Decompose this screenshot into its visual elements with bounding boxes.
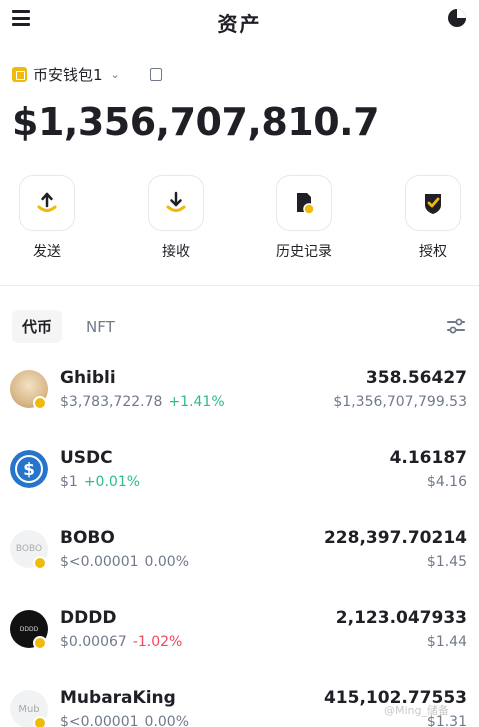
token-price: $<0.00001 — [60, 554, 139, 570]
token-amount: 228,397.70214 — [323, 528, 467, 548]
history-label: 历史记录 — [276, 244, 332, 260]
token-change: 0.00% — [144, 714, 190, 727]
chevron-down-icon: ⌄ — [110, 68, 120, 81]
token-price: $1 — [60, 474, 78, 490]
history-button[interactable]: 历史记录 — [264, 175, 344, 261]
send-button[interactable]: 发送 — [7, 175, 87, 261]
pie-chart-icon[interactable] — [447, 8, 467, 28]
token-price: $<0.00001 — [60, 714, 139, 727]
approval-label: 授权 — [419, 244, 447, 260]
approval-button[interactable]: 授权 — [393, 175, 473, 261]
token-value: $4.16 — [426, 474, 467, 490]
token-symbol: BOBO — [60, 528, 115, 548]
usdc-logo-icon: $ — [10, 450, 48, 488]
total-balance: $1,356,707,810.7 — [12, 100, 380, 144]
copy-icon[interactable] — [149, 68, 162, 81]
receive-button[interactable]: 接收 — [136, 175, 216, 261]
page-title: 资产 — [217, 12, 262, 36]
token-amount: 358.56427 — [365, 368, 467, 388]
token-change: -1.02% — [132, 634, 183, 650]
tab-tokens[interactable]: 代币 — [12, 310, 63, 343]
token-row-dddd[interactable]: DDDD DDDD $0.00067 -1.02% 2,123.047933 $1… — [0, 602, 479, 682]
action-bar: 发送 接收 历史记录 授权 — [0, 175, 479, 265]
token-symbol: MubaraKing — [60, 688, 176, 708]
token-symbol: Ghibli — [60, 368, 116, 388]
wallet-selector[interactable]: 币安钱包1 ⌄ — [12, 64, 162, 85]
approval-icon — [425, 194, 441, 214]
chain-badge-icon — [33, 396, 47, 410]
token-amount: 4.16187 — [389, 448, 467, 468]
watermark: @Ming_储备 — [383, 704, 449, 717]
token-change: +0.01% — [83, 474, 141, 490]
chain-badge-icon — [33, 716, 47, 727]
token-value: $1.44 — [426, 634, 467, 650]
token-symbol: DDDD — [60, 608, 117, 628]
send-label: 发送 — [33, 244, 61, 260]
asset-tabs: 代币 NFT — [12, 310, 125, 343]
svg-text:$: $ — [23, 460, 35, 480]
token-row-usdc[interactable]: $ USDC $1 +0.01% 4.16187 $4.16 — [0, 442, 479, 522]
history-icon — [297, 193, 315, 215]
send-icon — [37, 192, 57, 212]
chain-badge-icon — [33, 556, 47, 570]
token-value: $1,356,707,799.53 — [333, 394, 467, 410]
token-change: +1.41% — [168, 394, 225, 410]
wallet-icon — [12, 67, 27, 82]
chain-badge-icon — [33, 636, 47, 650]
token-amount: 2,123.047933 — [335, 608, 467, 628]
divider — [0, 285, 479, 286]
token-price: $0.00067 — [60, 634, 127, 650]
token-symbol: USDC — [60, 448, 113, 468]
token-value: $1.45 — [426, 554, 467, 570]
receive-label: 接收 — [162, 244, 190, 260]
wallet-name: 币安钱包1 — [33, 66, 103, 84]
token-row-bobo[interactable]: BOBO BOBO $<0.00001 0.00% 228,397.70214 $… — [0, 522, 479, 602]
filter-icon[interactable] — [447, 318, 465, 334]
tab-nft[interactable]: NFT — [76, 312, 125, 342]
token-row-ghibli[interactable]: Ghibli $3,783,722.78 +1.41% 358.56427 $1,… — [0, 362, 479, 442]
token-change: 0.00% — [144, 554, 190, 570]
receive-icon — [166, 191, 186, 212]
token-price: $3,783,722.78 — [60, 394, 163, 410]
